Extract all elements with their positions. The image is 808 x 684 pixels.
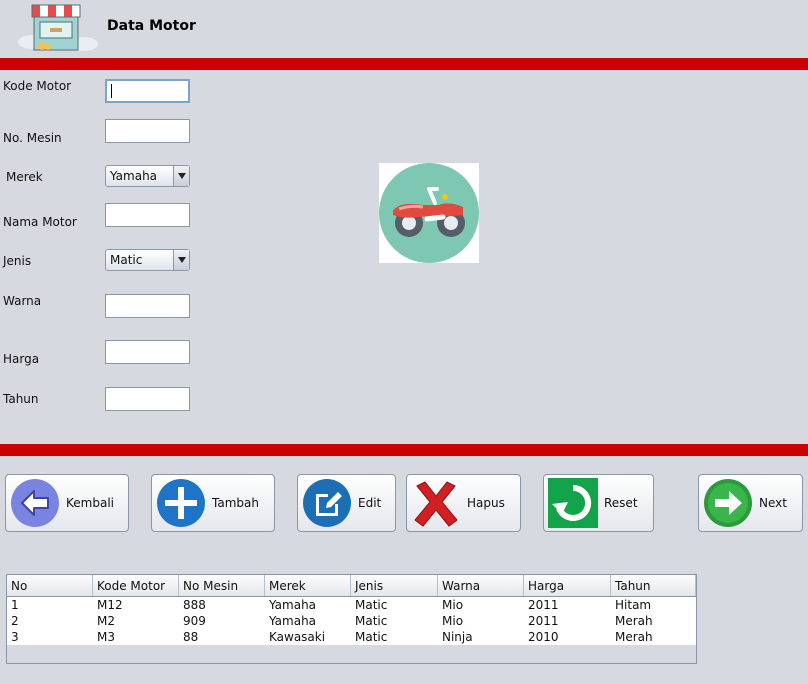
store-front-icon: [12, 2, 100, 54]
back-arrow-icon: [10, 478, 60, 528]
table-cell: Mio: [442, 598, 464, 612]
table-cell: 1: [11, 598, 19, 612]
delete-x-icon: [411, 478, 461, 528]
column-header[interactable]: Harga: [524, 575, 611, 596]
column-header[interactable]: Warna: [438, 575, 524, 596]
motorcycle-icon: [379, 163, 479, 263]
table-cell: 909: [183, 614, 206, 628]
jenis-label: Jenis: [3, 254, 32, 268]
harga-input[interactable]: [105, 340, 190, 364]
warna-input[interactable]: [105, 294, 190, 318]
kode-motor-label: Kode Motor: [3, 79, 72, 93]
kembali-label: Kembali: [66, 496, 114, 510]
column-header[interactable]: Tahun: [611, 575, 696, 596]
harga-label: Harga: [3, 352, 40, 366]
no-mesin-label: No. Mesin: [3, 131, 62, 145]
merek-label: Merek: [6, 170, 43, 184]
jenis-selected-value: Matic: [110, 253, 143, 267]
chevron-down-icon[interactable]: [173, 166, 189, 186]
merek-selected-value: Yamaha: [110, 169, 158, 183]
table-cell: Matic: [355, 598, 388, 612]
reset-icon: [548, 478, 598, 528]
table-cell: 2011: [528, 598, 559, 612]
column-header[interactable]: Merek: [265, 575, 351, 596]
table-cell: 88: [183, 630, 199, 644]
hapus-button[interactable]: Hapus: [406, 474, 521, 532]
chevron-down-icon[interactable]: [173, 250, 189, 270]
page-title: Data Motor: [107, 18, 196, 34]
table-cell: 888: [183, 598, 206, 612]
table-cell: Yamaha: [269, 598, 317, 612]
next-button[interactable]: Next: [698, 474, 803, 532]
no-mesin-input[interactable]: [105, 119, 190, 143]
edit-label: Edit: [358, 496, 382, 510]
table-cell: 2: [11, 614, 19, 628]
tahun-input[interactable]: [105, 387, 190, 411]
tambah-button[interactable]: Tambah: [151, 474, 275, 532]
table-row[interactable]: 3 M3 88 Kawasaki Matic Ninja 2010 Merah: [7, 629, 696, 645]
table-cell: Matic: [355, 630, 388, 644]
table-cell: M2: [97, 614, 115, 628]
table-header: No Kode Motor No Mesin Merek Jenis Warna…: [7, 575, 696, 597]
table-cell: Yamaha: [269, 614, 317, 628]
hapus-label: Hapus: [467, 496, 505, 510]
table-cell: Merah: [615, 630, 653, 644]
warna-label: Warna: [3, 294, 42, 308]
table-cell: 2010: [528, 630, 559, 644]
kembali-button[interactable]: Kembali: [5, 474, 129, 532]
reset-label: Reset: [604, 496, 638, 510]
table-cell: 3: [11, 630, 19, 644]
table-cell: Kawasaki: [269, 630, 326, 644]
table-cell: M12: [97, 598, 123, 612]
edit-button[interactable]: Edit: [297, 474, 396, 532]
table-cell: Matic: [355, 614, 388, 628]
column-header[interactable]: No Mesin: [179, 575, 265, 596]
nama-motor-label: Nama Motor: [3, 215, 77, 229]
tambah-label: Tambah: [212, 496, 259, 510]
bottom-divider: [0, 444, 808, 456]
kode-motor-input[interactable]: [105, 79, 190, 103]
plus-icon: [156, 478, 206, 528]
column-header[interactable]: Kode Motor: [93, 575, 179, 596]
edit-icon: [302, 478, 352, 528]
table-row[interactable]: 1 M12 888 Yamaha Matic Mio 2011 Hitam: [7, 597, 696, 613]
reset-button[interactable]: Reset: [543, 474, 654, 532]
table-row[interactable]: 2 M2 909 Yamaha Matic Mio 2011 Merah: [7, 613, 696, 629]
table-cell: Mio: [442, 614, 464, 628]
next-label: Next: [759, 496, 787, 510]
nama-motor-input[interactable]: [105, 203, 190, 227]
tahun-label: Tahun: [3, 392, 39, 406]
table-cell: M3: [97, 630, 115, 644]
motor-table[interactable]: No Kode Motor No Mesin Merek Jenis Warna…: [6, 574, 697, 664]
top-divider: [0, 58, 808, 70]
table-cell: Ninja: [442, 630, 473, 644]
table-cell: 2011: [528, 614, 559, 628]
next-arrow-icon: [703, 478, 753, 528]
column-header[interactable]: No: [7, 575, 93, 596]
column-header[interactable]: Jenis: [351, 575, 438, 596]
table-cell: Hitam: [615, 598, 652, 612]
jenis-select[interactable]: Matic: [105, 249, 190, 271]
table-cell: Merah: [615, 614, 653, 628]
merek-select[interactable]: Yamaha: [105, 165, 190, 187]
